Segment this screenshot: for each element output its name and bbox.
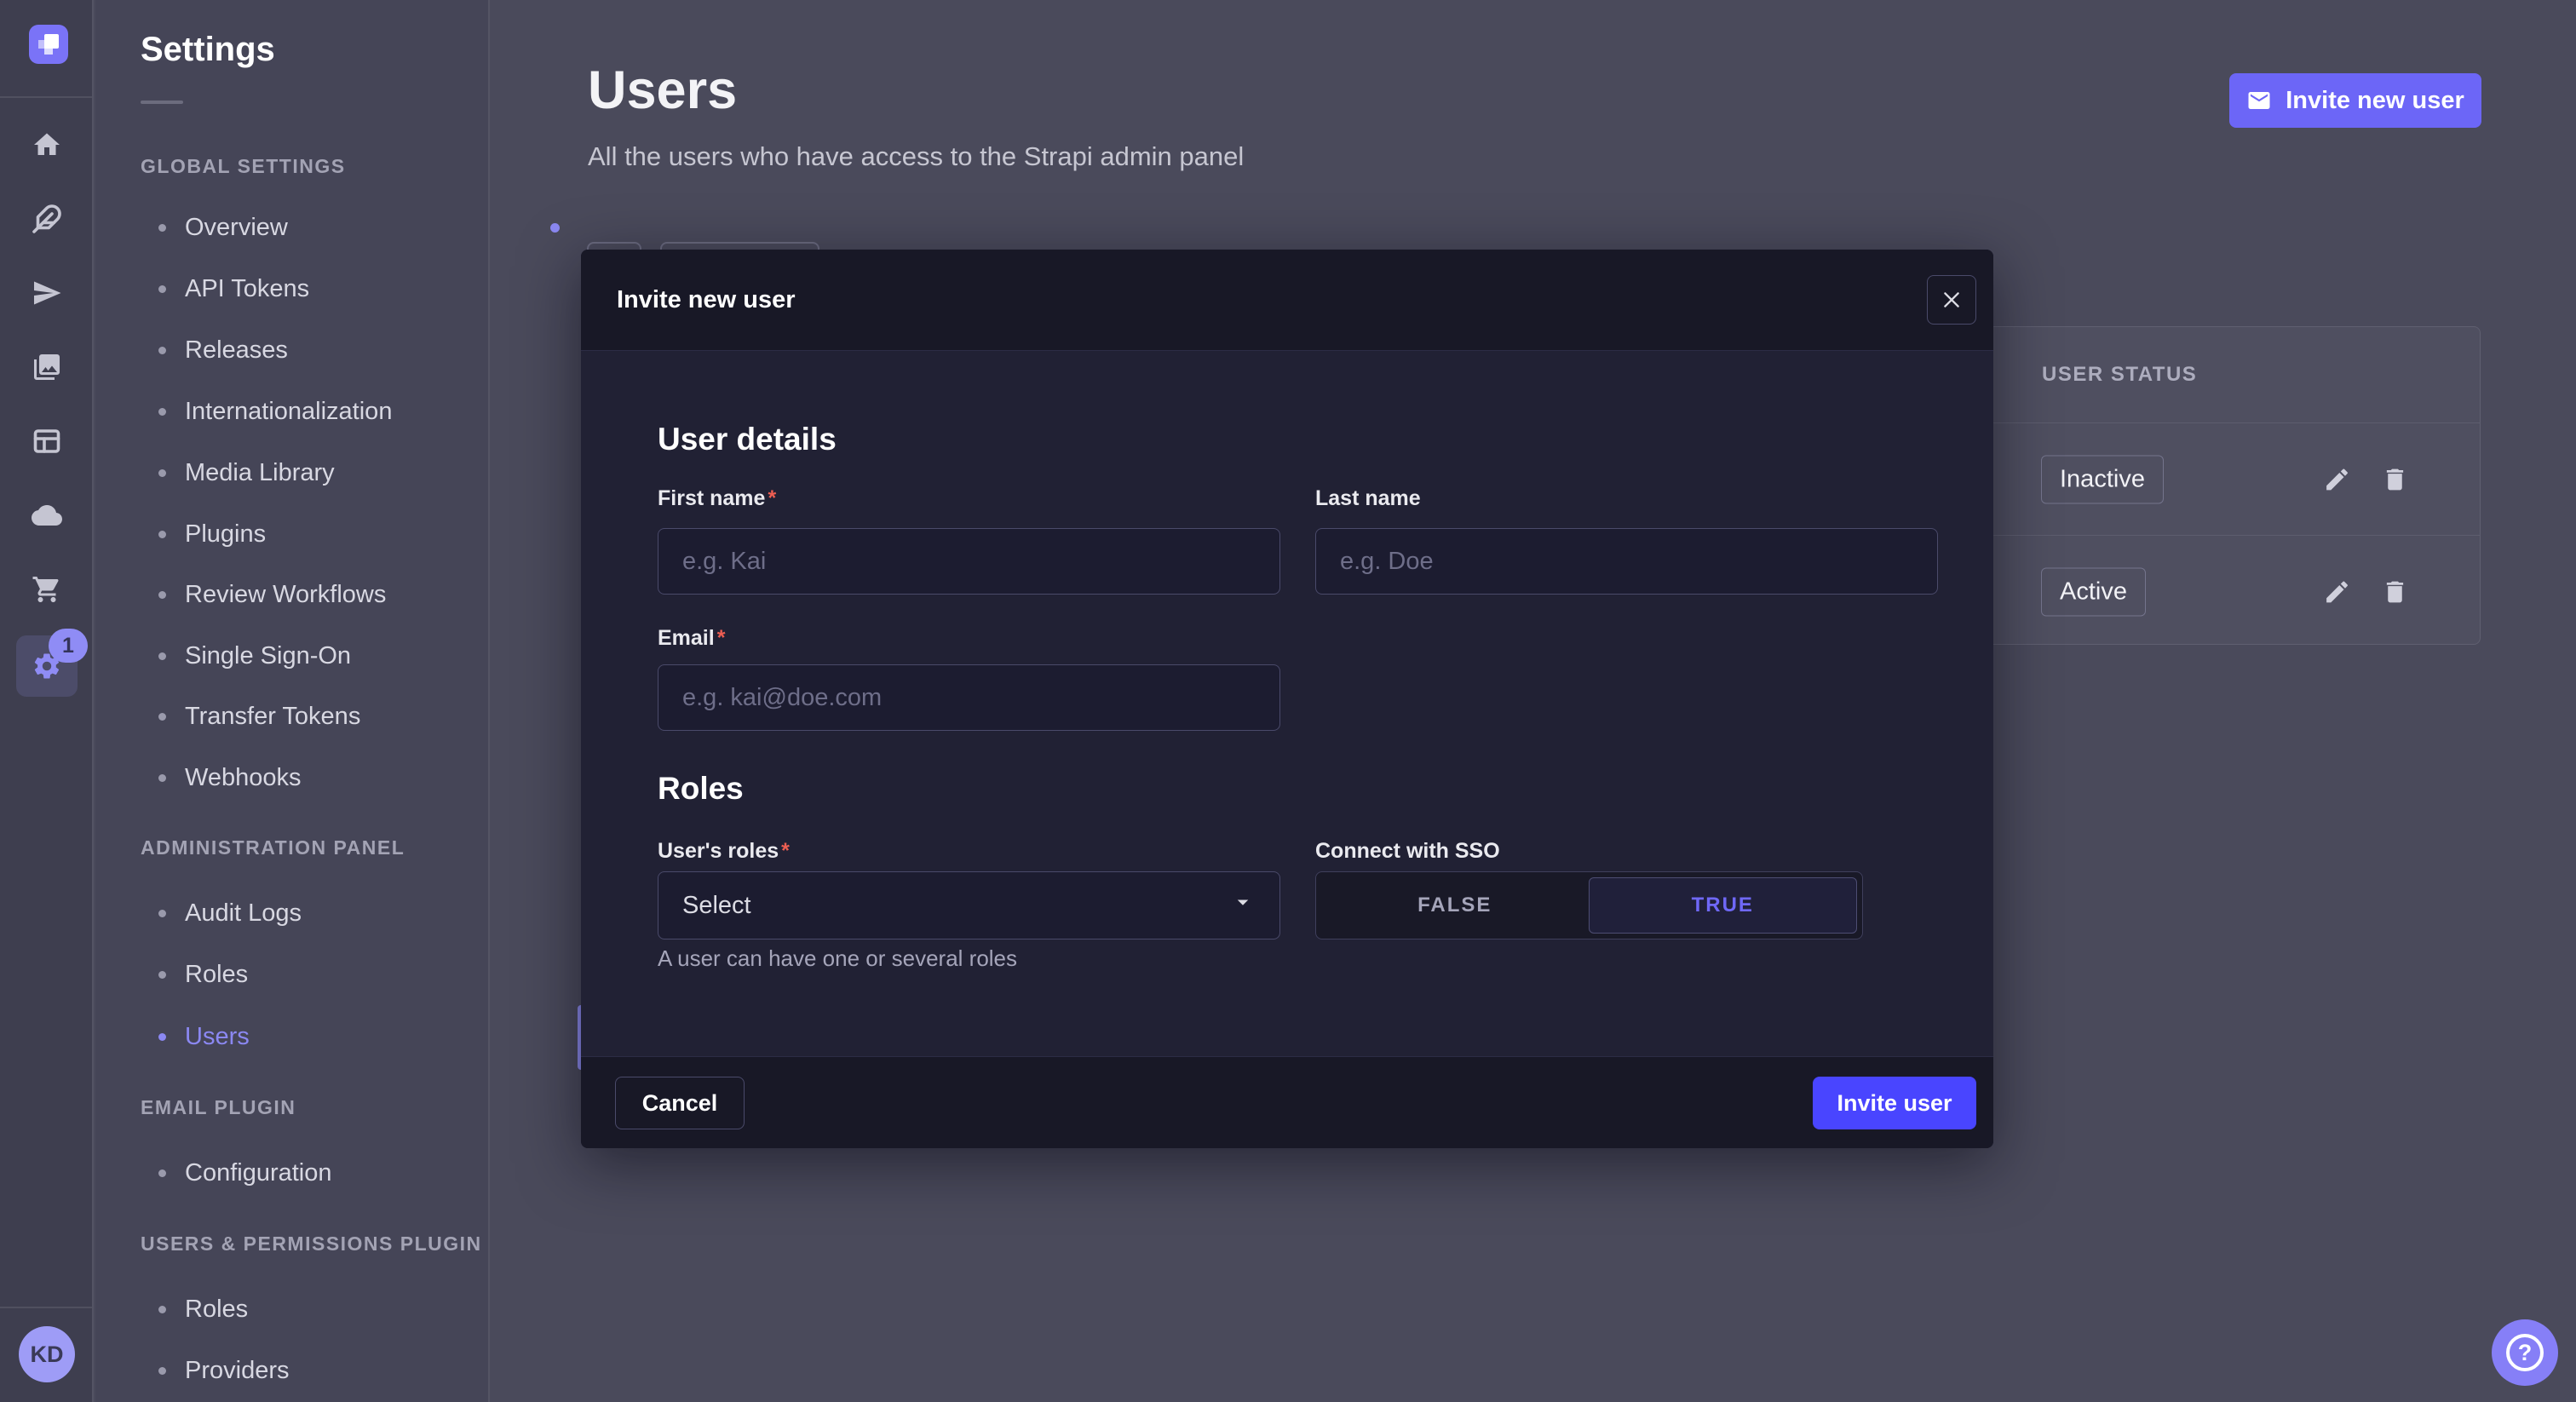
strapi-logo[interactable] [29, 25, 68, 64]
subnav-title-divider [141, 101, 183, 104]
connect-sso-label: Connect with SSO [1315, 839, 1500, 864]
section-users-permissions-plugin: USERS & PERMISSIONS PLUGIN [141, 1231, 482, 1256]
first-name-label: First name* [658, 486, 776, 511]
delete-trash-icon[interactable] [2381, 577, 2409, 606]
bullet-icon [158, 652, 166, 660]
edit-pencil-icon[interactable] [2323, 465, 2351, 493]
modal-title: Invite new user [617, 250, 796, 351]
roles-heading: Roles [658, 771, 744, 807]
sidebar-item-webhooks[interactable]: Webhooks [95, 747, 490, 808]
bullet-icon [158, 1033, 166, 1041]
sidebar-item-email-configuration[interactable]: Configuration [95, 1142, 490, 1204]
required-marker: * [781, 839, 790, 863]
settings-subnav: Settings GLOBAL SETTINGS Overview API To… [95, 0, 490, 1402]
bullet-icon [158, 591, 166, 599]
invite-new-user-button[interactable]: Invite new user [2229, 73, 2481, 128]
last-name-field[interactable] [1315, 528, 1938, 595]
sidebar-item-audit-logs[interactable]: Audit Logs [95, 882, 490, 944]
sso-true-option[interactable]: TRUE [1589, 877, 1858, 934]
page-subtitle: All the users who have access to the Str… [588, 141, 1244, 172]
bullet-icon [158, 971, 166, 979]
section-global-settings: GLOBAL SETTINGS [141, 153, 346, 179]
bullet-icon [158, 408, 166, 416]
invite-new-user-modal: Invite new user User details First name*… [581, 250, 1993, 1148]
bullet-icon [158, 531, 166, 538]
bullet-icon [158, 347, 166, 354]
sidebar-item-internationalization[interactable]: Internationalization [95, 381, 490, 442]
sidebar-item-transfer-tokens[interactable]: Transfer Tokens [95, 686, 490, 747]
bullet-icon [158, 1306, 166, 1313]
sidebar-item-api-tokens[interactable]: API Tokens [95, 258, 490, 319]
bullet-icon [158, 1169, 166, 1177]
bullet-icon [158, 1367, 166, 1375]
sidebar-item-admin-users[interactable]: Users [95, 1006, 490, 1067]
marketplace-cart-icon[interactable] [0, 562, 94, 617]
sidebar-item-up-providers[interactable]: Providers [95, 1340, 490, 1401]
sidebar-item-review-workflows[interactable]: Review Workflows [95, 564, 490, 625]
last-name-label: Last name [1315, 486, 1421, 511]
content-manager-layout-icon[interactable] [0, 414, 94, 468]
sidebar-item-single-sign-on[interactable]: Single Sign-On [95, 625, 490, 687]
sidebar-item-media-library[interactable]: Media Library [95, 442, 490, 503]
overview-notification-dot [550, 223, 560, 233]
close-icon[interactable] [1927, 275, 1976, 325]
status-badge: Inactive [2041, 455, 2164, 503]
first-name-field[interactable] [658, 528, 1280, 595]
required-marker: * [768, 486, 776, 510]
strapi-logo-icon [38, 34, 59, 55]
media-library-icon[interactable] [0, 340, 94, 394]
chevron-down-icon [1230, 889, 1256, 922]
bullet-icon [158, 713, 166, 721]
modal-footer: Cancel Invite user [581, 1056, 1993, 1148]
sidebar-item-plugins[interactable]: Plugins [95, 503, 490, 565]
cloud-icon[interactable] [0, 488, 94, 543]
page-title: Users [588, 60, 737, 121]
bullet-icon [158, 774, 166, 782]
roles-hint: A user can have one or several roles [658, 945, 1017, 972]
sidebar-item-up-roles[interactable]: Roles [95, 1278, 490, 1340]
home-icon[interactable] [0, 118, 94, 172]
strapi-admin-screen: 1 KD Settings GLOBAL SETTINGS Overview A… [0, 0, 2576, 1402]
question-icon: ? [2506, 1334, 2544, 1371]
sidebar-item-admin-roles[interactable]: Roles [95, 944, 490, 1005]
required-marker: * [717, 626, 726, 650]
user-avatar[interactable]: KD [19, 1326, 75, 1382]
envelope-icon [2246, 88, 2272, 113]
email-field[interactable] [658, 664, 1280, 731]
status-badge: Active [2041, 567, 2146, 616]
users-roles-label: User's roles* [658, 839, 790, 864]
user-details-heading: User details [658, 422, 837, 457]
section-email-plugin: EMAIL PLUGIN [141, 1095, 296, 1120]
roles-select-value: Select [682, 892, 751, 920]
sidebar-item-releases[interactable]: Releases [95, 319, 490, 381]
main-nav-rail: 1 KD [0, 0, 94, 1402]
bullet-icon [158, 224, 166, 232]
bullet-icon [158, 469, 166, 477]
delete-trash-icon[interactable] [2381, 465, 2409, 493]
invite-user-button[interactable]: Invite user [1813, 1077, 1976, 1129]
deploy-paper-plane-icon[interactable] [0, 266, 94, 320]
sso-false-option[interactable]: FALSE [1321, 877, 1589, 934]
sidebar-item-overview[interactable]: Overview [95, 197, 490, 258]
bullet-icon [158, 910, 166, 917]
email-label: Email* [658, 626, 725, 651]
rail-divider-bottom [0, 1307, 92, 1308]
bullet-icon [158, 285, 166, 293]
modal-header: Invite new user [581, 250, 1993, 351]
section-administration-panel: ADMINISTRATION PANEL [141, 835, 405, 860]
content-builder-feather-icon[interactable] [0, 192, 94, 246]
rail-divider [0, 96, 92, 98]
help-button[interactable]: ? [2492, 1319, 2558, 1386]
column-header-user-status: USER STATUS [2042, 327, 2197, 422]
settings-notification-badge: 1 [49, 629, 88, 663]
sso-toggle[interactable]: FALSE TRUE [1315, 871, 1863, 939]
edit-pencil-icon[interactable] [2323, 577, 2351, 606]
roles-select[interactable]: Select [658, 871, 1280, 939]
subnav-title: Settings [141, 31, 275, 69]
cancel-button[interactable]: Cancel [615, 1077, 745, 1129]
